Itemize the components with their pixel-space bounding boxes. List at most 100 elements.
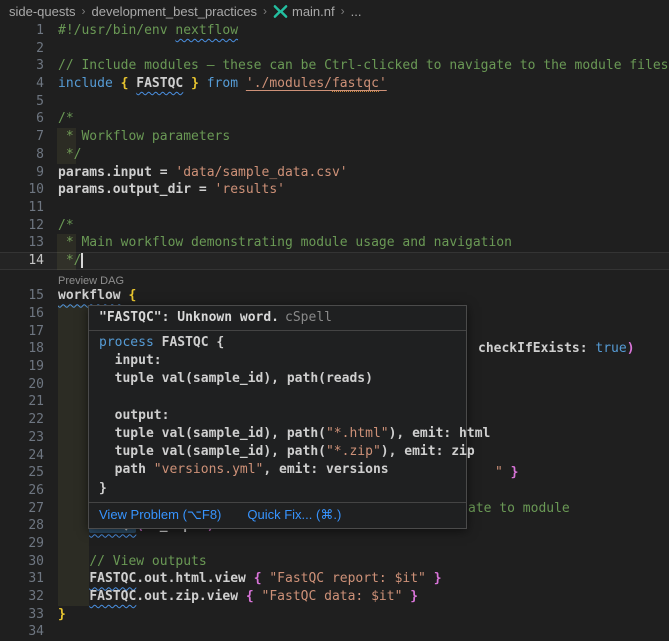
code-token: tuple val(sample_id), path(reads) bbox=[99, 371, 373, 386]
line-content: checkIfExists: true) bbox=[478, 340, 635, 358]
code-line-4[interactable]: 4 include { FASTQC } from './modules/fast… bbox=[0, 75, 669, 93]
code-line-3[interactable]: 3// Include modules – these can be Ctrl-… bbox=[0, 57, 669, 75]
line-number: 1 bbox=[0, 22, 44, 40]
breadcrumb-separator: › bbox=[341, 4, 345, 18]
tooltip-code-preview: process FASTQC { input: tuple val(sample… bbox=[89, 331, 466, 503]
indent-highlight-stripe bbox=[58, 535, 89, 553]
tooltip-code-line: path "versions.yml", emit: versions bbox=[99, 461, 456, 479]
code-token: { bbox=[121, 76, 137, 91]
code-line-10[interactable]: 10params.output_dir = 'results' bbox=[0, 181, 669, 199]
line-number: 11 bbox=[0, 199, 44, 217]
line-content: } bbox=[58, 606, 66, 624]
code-line-9[interactable]: 9params.input = 'data/sample_data.csv' bbox=[0, 164, 669, 182]
code-line-7[interactable]: 7 * Workflow parameters bbox=[0, 128, 669, 146]
line-number: 26 bbox=[0, 482, 44, 500]
code-token: } bbox=[183, 76, 199, 91]
line-content: " } bbox=[495, 464, 518, 482]
code-line-29[interactable]: 29 bbox=[0, 535, 669, 553]
code-line-13[interactable]: 13 * Main workflow demonstrating module … bbox=[0, 234, 669, 252]
indent-highlight-stripe bbox=[58, 500, 89, 518]
code-token: nextflow bbox=[175, 23, 238, 38]
indent-highlight-stripe bbox=[58, 553, 89, 571]
code-line-30[interactable]: 30 // View outputs bbox=[0, 553, 669, 571]
breadcrumb-label: development_best_practices bbox=[91, 4, 257, 19]
code-token: "FastQC report: $it" bbox=[269, 571, 426, 586]
line-number: 20 bbox=[0, 376, 44, 394]
line-number: 32 bbox=[0, 588, 44, 606]
line-number: 13 bbox=[0, 234, 44, 252]
breadcrumb-item-side-quests[interactable]: side-quests bbox=[9, 4, 75, 19]
codelens-preview-dag[interactable]: Preview DAG bbox=[58, 271, 124, 289]
line-number: 22 bbox=[0, 411, 44, 429]
tooltip-code-line: input: bbox=[99, 352, 456, 370]
breadcrumb-separator: › bbox=[263, 4, 267, 18]
tooltip-code-line: tuple val(sample_id), path("*.zip"), emi… bbox=[99, 443, 456, 461]
line-content: * Workflow parameters bbox=[58, 128, 230, 146]
code-line-8[interactable]: 8 */ bbox=[0, 146, 669, 164]
code-line-33[interactable]: 33} bbox=[0, 606, 669, 624]
breadcrumb-item-development-best-practices[interactable]: development_best_practices bbox=[91, 4, 257, 19]
line-content: * Main workflow demonstrating module usa… bbox=[58, 234, 512, 252]
code-line-2[interactable]: 2 bbox=[0, 40, 669, 58]
module-path-link[interactable]: fastqc bbox=[332, 76, 379, 92]
hover-tooltip: "FASTQC": Unknown word.cSpell process FA… bbox=[88, 305, 467, 529]
code-token: // Include modules – these can be Ctrl-c… bbox=[58, 58, 668, 73]
code-line-32[interactable]: 32 FASTQC.out.zip.view { "FastQC data: $… bbox=[0, 588, 669, 606]
code-token: } bbox=[426, 571, 442, 586]
code-token: include bbox=[58, 76, 121, 91]
line-content: include { FASTQC } from './modules/fastq… bbox=[58, 75, 387, 93]
tooltip-code-line: output: bbox=[99, 407, 456, 425]
code-token: // View outputs bbox=[89, 554, 206, 569]
code-line-6[interactable]: 6/* bbox=[0, 110, 669, 128]
line-number: 7 bbox=[0, 128, 44, 146]
breadcrumb-item--[interactable]: ... bbox=[351, 4, 362, 19]
line-content: #!/usr/bin/env nextflow bbox=[58, 22, 238, 40]
code-line-34[interactable]: 34 bbox=[0, 623, 669, 641]
indent-highlight-stripe bbox=[58, 340, 89, 358]
code-line-11[interactable]: 11 bbox=[0, 199, 669, 217]
code-token: input: bbox=[99, 353, 162, 368]
indent-highlight-stripe bbox=[57, 146, 76, 164]
code-token: { bbox=[246, 589, 262, 604]
code-token: workflow bbox=[58, 288, 121, 303]
code-line-5[interactable]: 5 bbox=[0, 93, 669, 111]
line-content: FASTQC.out.zip.view { "FastQC data: $it"… bbox=[58, 588, 418, 606]
code-token: 'data/sample_data.csv' bbox=[175, 165, 347, 180]
code-token: .out.html.view bbox=[136, 571, 253, 586]
line-content: params.output_dir = 'results' bbox=[58, 181, 285, 199]
line-number: 34 bbox=[0, 623, 44, 641]
line-number: 21 bbox=[0, 393, 44, 411]
indent-highlight-stripe bbox=[58, 570, 89, 588]
module-path-link[interactable]: ' bbox=[379, 76, 387, 91]
code-line-15[interactable]: 15 workflow { bbox=[0, 287, 669, 305]
tooltip-actions: View Problem (⌥F8) Quick Fix... (⌘.) bbox=[89, 503, 466, 528]
code-token: ) bbox=[627, 341, 635, 356]
breadcrumb-label: ... bbox=[351, 4, 362, 19]
code-token: FASTQC bbox=[89, 571, 136, 586]
code-token: } bbox=[58, 607, 66, 622]
code-token: params.input = bbox=[58, 165, 175, 180]
view-problem-action[interactable]: View Problem (⌥F8) bbox=[99, 507, 221, 523]
code-line-14[interactable]: 14 */ bbox=[0, 252, 669, 270]
code-line-31[interactable]: 31 FASTQC.out.html.view { "FastQC report… bbox=[0, 570, 669, 588]
code-token: path bbox=[99, 462, 154, 477]
quick-fix-action[interactable]: Quick Fix... (⌘.) bbox=[247, 507, 341, 523]
line-number: 33 bbox=[0, 606, 44, 624]
module-path-link[interactable]: './modules/ bbox=[246, 76, 332, 91]
line-content: workflow { bbox=[58, 287, 136, 305]
diagnostic-source-cspell[interactable]: cSpell bbox=[285, 310, 332, 325]
line-number: 6 bbox=[0, 110, 44, 128]
code-token: process bbox=[99, 335, 162, 350]
line-number: 25 bbox=[0, 464, 44, 482]
indent-highlight-stripe bbox=[58, 305, 89, 323]
code-line-12[interactable]: 12/* bbox=[0, 217, 669, 235]
indent-highlight-stripe bbox=[58, 429, 89, 447]
code-token: ), emit: html bbox=[389, 426, 491, 441]
code-line-1[interactable]: 1 #!/usr/bin/env nextflow bbox=[0, 22, 669, 40]
line-number: 4 bbox=[0, 75, 44, 93]
codelens-row[interactable]: Preview DAG bbox=[0, 270, 669, 288]
line-number: 15 bbox=[0, 287, 44, 305]
breadcrumb-item-main-nf[interactable]: main.nf bbox=[273, 4, 335, 19]
line-content: // Include modules – these can be Ctrl-c… bbox=[58, 57, 668, 75]
indent-highlight-stripe bbox=[58, 323, 89, 341]
